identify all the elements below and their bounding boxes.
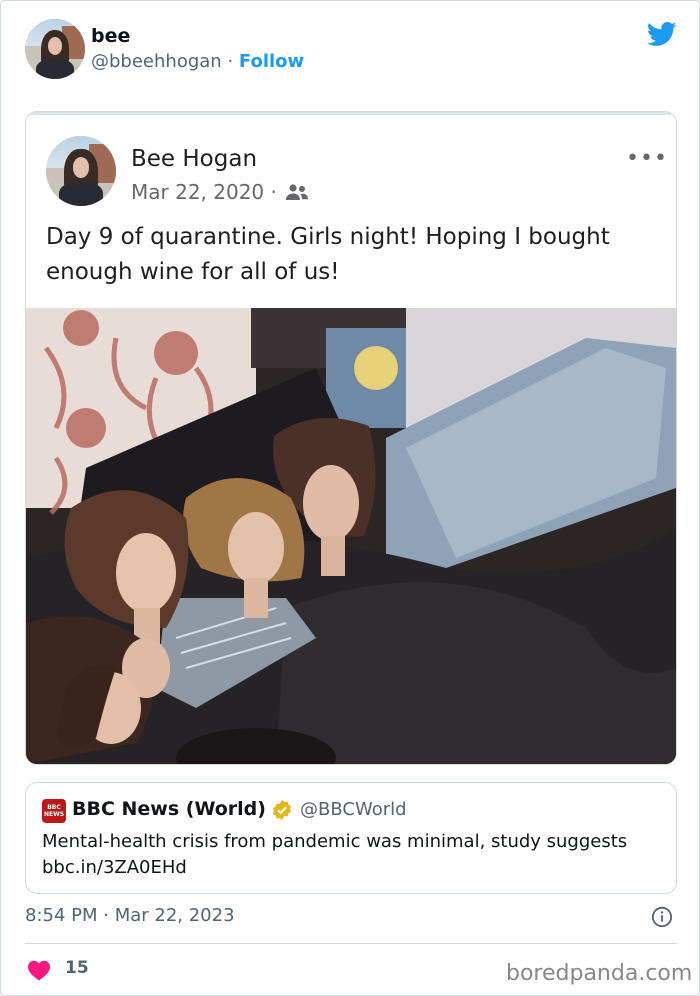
follow-button[interactable]: Follow [239, 51, 304, 72]
heart-icon[interactable] [27, 959, 51, 981]
verified-badge-icon [272, 799, 292, 821]
post-date-line: Mar 22, 2020 · [131, 180, 309, 204]
like-count: 15 [65, 958, 89, 978]
quoted-tweet-text: Mental-health crisis from pandemic was m… [42, 831, 628, 852]
info-icon[interactable] [651, 906, 673, 928]
quoted-tweet-link[interactable]: bbc.in/3ZA0EHd [42, 855, 667, 881]
bbc-news-logo: BBC NEWS [42, 799, 66, 823]
embed-top-border [26, 112, 676, 115]
divider [25, 943, 677, 944]
post-date[interactable]: Mar 22, 2020 · [131, 180, 277, 204]
quoted-tweet-body: Mental-health crisis from pandemic was m… [42, 829, 667, 881]
quoted-tweet[interactable]: BBC NEWS BBC News (World) @BBCWorld Ment… [25, 782, 677, 894]
friends-icon [286, 184, 309, 200]
post-avatar[interactable] [46, 136, 116, 206]
author-handle[interactable]: @bbeehhogan [91, 51, 222, 72]
author-avatar[interactable] [25, 19, 85, 79]
separator-dot: · [227, 51, 234, 72]
watermark: boredpanda.com [506, 961, 693, 986]
tweet-card: bee @bbeehhogan · Follow Bee Hogan Mar 2… [0, 0, 700, 996]
post-text: Day 9 of quarantine. Girls night! Hoping… [46, 224, 610, 285]
post-author-name[interactable]: Bee Hogan [131, 146, 257, 172]
tweet-timestamp[interactable]: 8:54 PM · Mar 22, 2023 [25, 905, 235, 926]
twitter-bird-icon[interactable] [644, 19, 680, 49]
post-more-button[interactable]: ••• [626, 146, 668, 171]
quoted-author-handle[interactable]: @BBCWorld [300, 799, 407, 820]
author-name[interactable]: bee [91, 25, 130, 47]
quoted-author-name[interactable]: BBC News (World) [72, 798, 266, 820]
post-photo[interactable] [26, 308, 676, 764]
embedded-facebook-post[interactable]: Bee Hogan Mar 22, 2020 · ••• Day 9 of qu… [25, 111, 677, 765]
author-handle-line: @bbeehhogan · Follow [91, 51, 304, 72]
